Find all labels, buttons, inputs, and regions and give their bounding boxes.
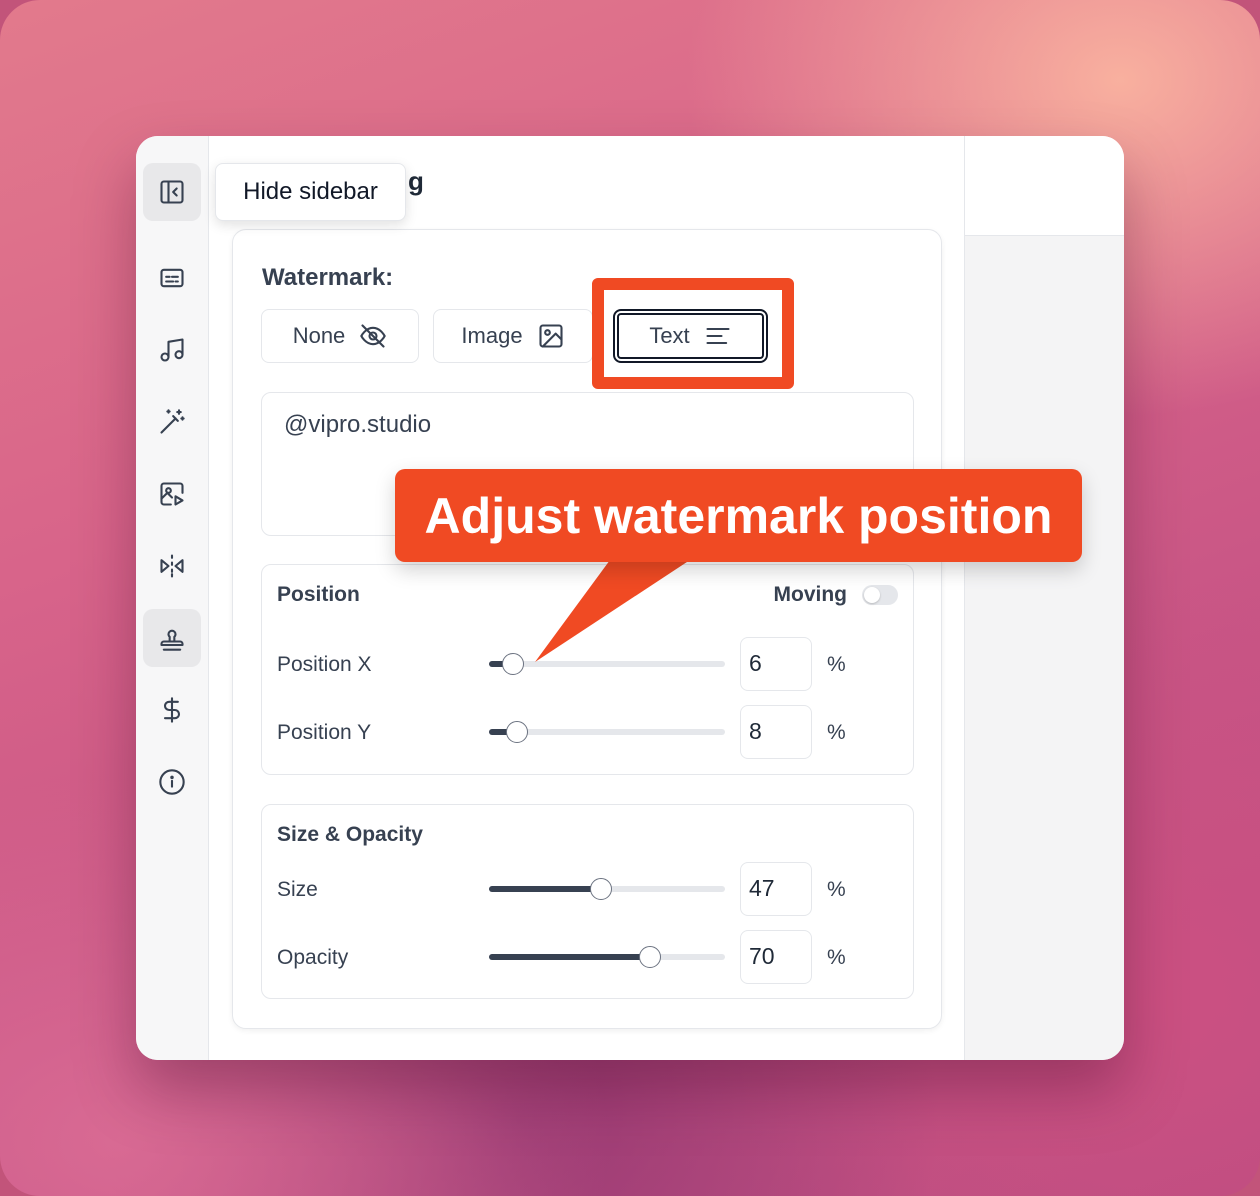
position-y-slider[interactable] (489, 721, 725, 743)
magic-wand-icon (160, 409, 185, 434)
annotation-callout: Adjust watermark position (395, 469, 1082, 562)
watermark-none-button[interactable]: None (261, 309, 419, 363)
slider-thumb[interactable] (506, 721, 529, 743)
size-opacity-title: Size & Opacity (277, 823, 423, 846)
opacity-slider[interactable] (489, 946, 725, 968)
size-label: Size (277, 878, 318, 901)
slider-fill (489, 954, 650, 960)
position-title: Position (277, 583, 360, 606)
text-option-highlight (592, 278, 794, 389)
slider-thumb[interactable] (638, 946, 661, 968)
app-window: g Watermark: None Image Text @vipro.stud… (136, 136, 1124, 1060)
sidebar-collapse-icon (160, 180, 184, 204)
toggle-knob (864, 587, 880, 603)
slider-thumb[interactable] (501, 653, 524, 675)
hide-sidebar-tooltip: Hide sidebar (215, 163, 406, 221)
sidebar-item-watermark[interactable] (143, 609, 201, 667)
preview-header (964, 136, 1124, 236)
subtitles-icon (160, 268, 184, 288)
position-x-input[interactable]: 6 (740, 637, 812, 691)
preview-area (964, 236, 1124, 1060)
image-icon (539, 324, 563, 348)
position-y-label: Position Y (277, 721, 372, 744)
image-play-icon (160, 482, 184, 506)
size-input[interactable]: 47 (740, 862, 812, 916)
size-unit: % (827, 878, 846, 901)
eye-off-icon (360, 324, 387, 348)
sidebar-item-pricing[interactable] (143, 681, 201, 739)
watermark-label: Watermark: (262, 264, 394, 291)
stamp-icon (160, 629, 184, 651)
moving-toggle[interactable] (862, 585, 898, 605)
opacity-label: Opacity (277, 946, 349, 969)
toggle-sidebar-button[interactable] (143, 163, 201, 221)
sidebar-item-captions[interactable] (143, 249, 201, 307)
dollar-icon (163, 697, 181, 723)
watermark-card: Watermark: None Image Text @vipro.studio… (232, 229, 942, 1029)
sidebar-item-effects[interactable] (143, 393, 201, 451)
slider-thumb[interactable] (589, 878, 612, 900)
sidebar-item-flip[interactable] (143, 537, 201, 595)
image-label: Image (461, 323, 523, 348)
position-x-label: Position X (277, 653, 372, 676)
sidebar (136, 136, 209, 1060)
info-icon (159, 769, 185, 795)
moving-label: Moving (773, 583, 848, 606)
sidebar-item-media[interactable] (143, 465, 201, 523)
watermark-image-button[interactable]: Image (433, 309, 593, 363)
flip-horizontal-icon (160, 554, 184, 578)
none-label: None (292, 323, 346, 348)
size-opacity-section: Size & Opacity Size 47 % Opacity 70 % (261, 804, 914, 999)
opacity-unit: % (827, 946, 846, 969)
position-section: Position Moving Position X 6 % Position … (261, 564, 914, 775)
slider-fill (489, 886, 601, 892)
music-note-icon (160, 338, 184, 362)
page-title: g (408, 166, 424, 196)
position-x-unit: % (827, 653, 846, 676)
position-y-input[interactable]: 8 (740, 705, 812, 759)
opacity-input[interactable]: 70 (740, 930, 812, 984)
position-y-unit: % (827, 721, 846, 744)
position-x-slider[interactable] (489, 653, 725, 675)
sidebar-item-info[interactable] (143, 753, 201, 811)
size-slider[interactable] (489, 878, 725, 900)
sidebar-item-music[interactable] (143, 321, 201, 379)
